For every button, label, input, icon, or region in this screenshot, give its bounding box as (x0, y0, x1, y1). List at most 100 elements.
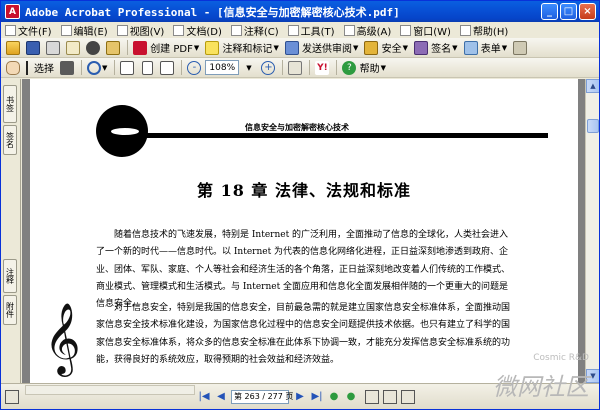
close-button[interactable]: × (579, 3, 596, 20)
help-icon: ? (342, 60, 357, 75)
horizontal-scrollbar[interactable] (25, 385, 195, 395)
organizer-icon (106, 40, 120, 55)
title-bar[interactable]: A Adobe Acrobat Professional - [信息安全与加密解… (1, 1, 599, 22)
toolbar-separator (127, 40, 128, 55)
menu-window[interactable]: 窗口(W) (400, 23, 451, 38)
chevron-down-icon: ▼ (402, 43, 408, 52)
menu-comment[interactable]: 注释(C) (230, 23, 279, 38)
email-button[interactable] (64, 39, 82, 56)
acrobat-window: A Adobe Acrobat Professional - [信息安全与加密解… (0, 0, 600, 410)
previous-view-button[interactable]: ● (327, 390, 341, 404)
save-icon (26, 40, 40, 55)
page-number-field[interactable]: 第 263 / 277 页 (231, 389, 293, 404)
arrow-up-icon: ▲ (590, 82, 596, 90)
envelope-icon (66, 40, 80, 55)
send-review-button[interactable]: 发送供审阅 ▼ (283, 39, 361, 56)
menu-file[interactable]: 文件(F) (5, 23, 52, 38)
document-viewport[interactable]: 信息安全与加密解密核心技术 第 18 章 法律、法规和标准 随着信息技术的飞速发… (22, 79, 585, 383)
chapter-ornament-hole (111, 128, 139, 135)
rotate-icon (288, 60, 303, 75)
comment-markup-button[interactable]: 注释和标记 ▼ (203, 39, 281, 56)
zoom-dropdown-button[interactable]: ▼ (239, 59, 257, 76)
pen-icon (413, 40, 428, 55)
toolbar-separator (336, 60, 338, 75)
vertical-scrollbar[interactable]: ▲ ▼ (585, 79, 599, 383)
toolbar-separator (309, 60, 311, 75)
zoom-tool-button[interactable]: ▼ (85, 59, 109, 76)
last-page-button[interactable]: ▶| (310, 390, 324, 404)
chevron-down-icon: ▼ (452, 43, 458, 52)
pdf-page[interactable]: 信息安全与加密解密核心技术 第 18 章 法律、法规和标准 随着信息技术的飞速发… (30, 79, 578, 383)
previous-page-button[interactable]: ◀ (214, 390, 228, 404)
camera-icon (60, 60, 74, 75)
toolbar-separator (81, 60, 82, 75)
select-tool-button[interactable]: 选择 (24, 59, 56, 76)
printer-icon (46, 40, 60, 55)
single-page-layout-icon[interactable] (365, 389, 379, 404)
scroll-thumb[interactable] (587, 119, 599, 133)
bookmarks-tab[interactable]: 书签 (3, 85, 17, 123)
help-button[interactable]: ? 帮助 ▼ (340, 59, 388, 76)
folder-open-icon (6, 40, 20, 55)
organizer-button[interactable] (104, 39, 122, 56)
zoom-in-icon: + (261, 60, 276, 75)
first-page-button[interactable]: |◀ (197, 390, 211, 404)
header-rule (140, 133, 548, 138)
arrow-down-icon: ▼ (590, 372, 596, 380)
acrobat-app-icon[interactable]: A (5, 4, 20, 19)
open-button[interactable] (4, 39, 22, 56)
menu-help[interactable]: 帮助(H) (459, 23, 508, 38)
menu-tools[interactable]: 工具(T) (287, 23, 335, 38)
maximize-button[interactable]: □ (560, 3, 577, 20)
security-button[interactable]: 安全 ▼ (362, 39, 410, 56)
facing-layout-icon[interactable] (401, 389, 415, 404)
next-view-icon: ● (346, 391, 356, 402)
menu-document[interactable]: 文档(D) (173, 23, 222, 38)
help-menu-icon (459, 24, 471, 36)
attachments-tab[interactable]: 附件 (3, 295, 17, 325)
menu-view[interactable]: 视图(V) (116, 23, 164, 38)
zoom-in-button[interactable]: + (259, 59, 277, 76)
zoom-level-field[interactable]: 108% (205, 60, 240, 75)
file-menu-icon (5, 24, 16, 36)
toolbar-options-button[interactable] (511, 39, 529, 56)
chevron-down-icon: ▼ (501, 43, 508, 52)
first-page-icon: |◀ (198, 391, 210, 402)
save-button[interactable] (24, 39, 42, 56)
edit-menu-icon (60, 24, 72, 36)
search-button[interactable] (84, 39, 102, 56)
snapshot-button[interactable] (58, 59, 76, 76)
scroll-up-button[interactable]: ▲ (586, 79, 599, 93)
tools-menu-icon (287, 24, 299, 36)
lock-icon (364, 40, 379, 55)
menu-edit[interactable]: 编辑(E) (60, 23, 108, 38)
previous-view-icon: ● (329, 391, 339, 402)
create-pdf-icon (133, 40, 147, 55)
actual-size-button[interactable] (118, 59, 136, 76)
chevron-down-icon: ▼ (246, 63, 252, 72)
yahoo-button[interactable]: Y! (313, 59, 331, 76)
last-page-icon: ▶| (311, 391, 323, 402)
continuous-layout-icon[interactable] (383, 389, 397, 404)
menu-advanced[interactable]: 高级(A) (343, 23, 391, 38)
fit-width-icon (160, 60, 175, 75)
send-review-icon (284, 40, 299, 55)
fit-page-icon (141, 60, 153, 75)
create-pdf-button[interactable]: 创建 PDF ▼ (131, 39, 201, 56)
forms-button[interactable]: 表单 ▼ (462, 39, 510, 56)
sign-button[interactable]: 签名 ▼ (412, 39, 460, 56)
zoom-out-icon: - (187, 60, 202, 75)
comments-tab[interactable]: 注释 (3, 259, 17, 293)
rotate-button[interactable] (286, 59, 304, 76)
fit-width-button[interactable] (158, 59, 176, 76)
next-view-button[interactable]: ● (344, 390, 358, 404)
signatures-tab[interactable]: 签名 (3, 125, 17, 155)
print-button[interactable] (44, 39, 62, 56)
minimize-button[interactable]: _ (541, 3, 558, 20)
hand-tool-button[interactable] (4, 59, 22, 76)
watermark-logo: 微网社区 (493, 373, 589, 401)
next-page-button[interactable]: ▶ (293, 390, 307, 404)
zoom-out-button[interactable]: - (185, 59, 203, 76)
toolbar-separator (114, 60, 116, 75)
fit-page-button[interactable] (138, 59, 156, 76)
